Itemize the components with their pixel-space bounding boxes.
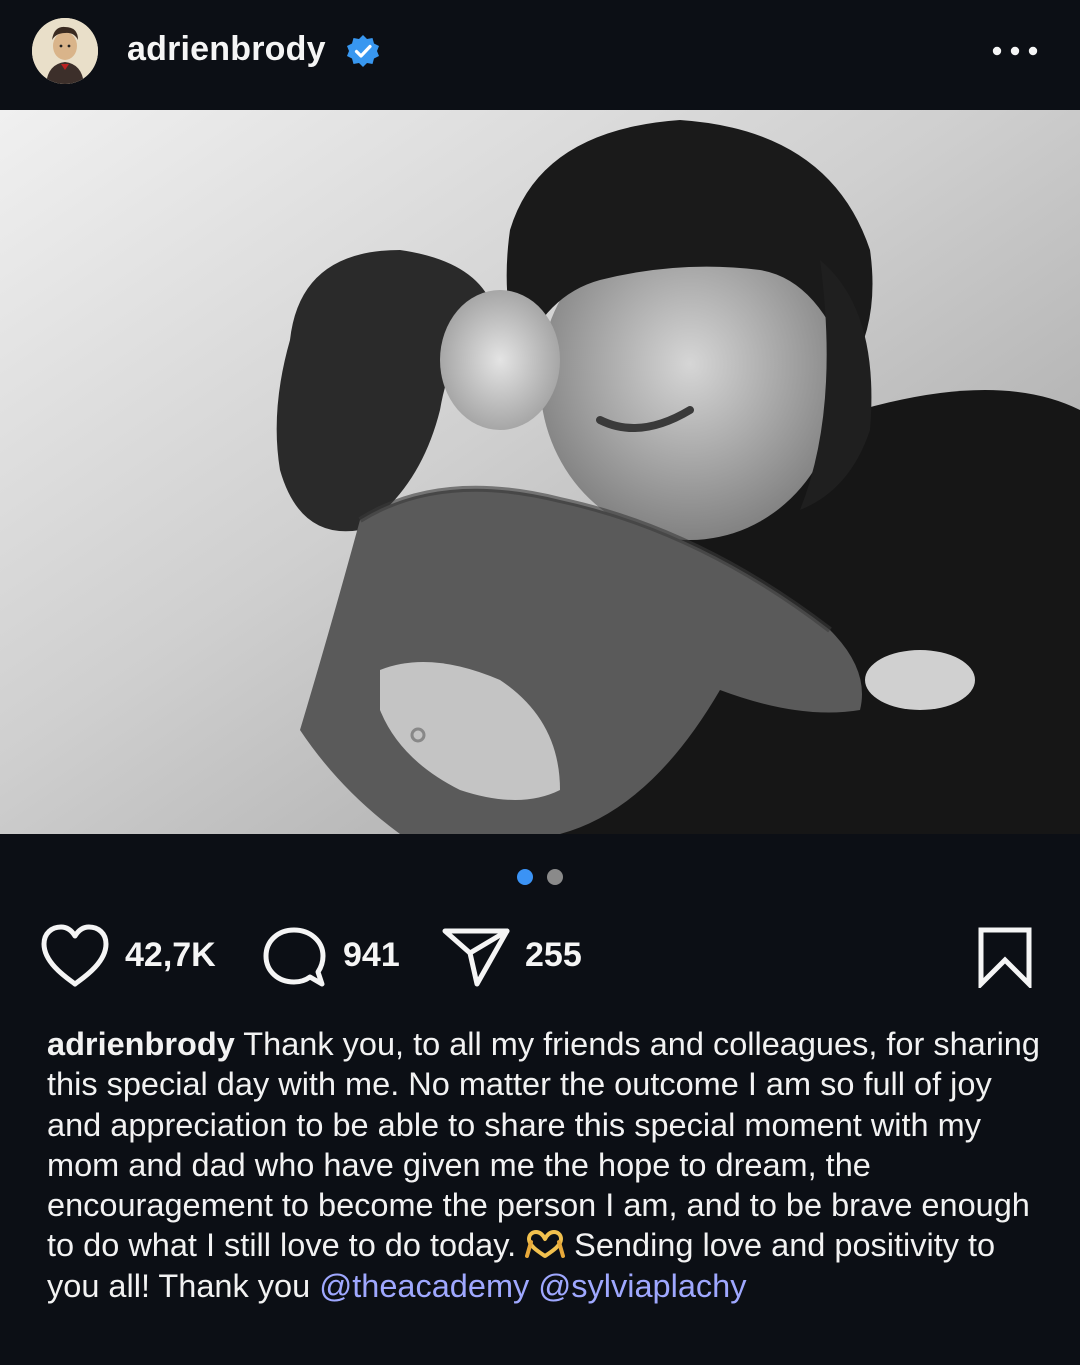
like-count[interactable]: 42,7K <box>125 936 216 975</box>
action-bar: 42,7K 941 255 <box>0 920 1080 992</box>
mention-theacademy[interactable]: @theacademy <box>319 1268 529 1304</box>
heart-icon[interactable] <box>40 924 110 988</box>
more-horizontal-icon[interactable] <box>990 34 1040 68</box>
post-photo[interactable] <box>0 110 1080 834</box>
comment-icon[interactable] <box>262 926 326 990</box>
verified-badge-icon <box>345 33 381 69</box>
share-icon[interactable] <box>441 926 511 988</box>
post-username[interactable]: adrienbrody <box>127 30 326 69</box>
post-caption: adrienbrody Thank you, to all my friends… <box>47 1024 1047 1306</box>
carousel-dot <box>547 869 563 885</box>
caption-username[interactable]: adrienbrody <box>47 1026 235 1062</box>
bookmark-icon[interactable] <box>975 926 1035 991</box>
post-header: adrienbrody <box>0 0 1080 110</box>
avatar[interactable] <box>32 18 98 84</box>
mention-sylviaplachy[interactable]: @sylviaplachy <box>538 1268 746 1304</box>
comment-count[interactable]: 941 <box>343 936 400 975</box>
heart-hands-emoji-icon <box>525 1229 566 1259</box>
carousel-indicator <box>0 866 1080 888</box>
carousel-dot-active <box>517 869 533 885</box>
share-count[interactable]: 255 <box>525 936 582 975</box>
